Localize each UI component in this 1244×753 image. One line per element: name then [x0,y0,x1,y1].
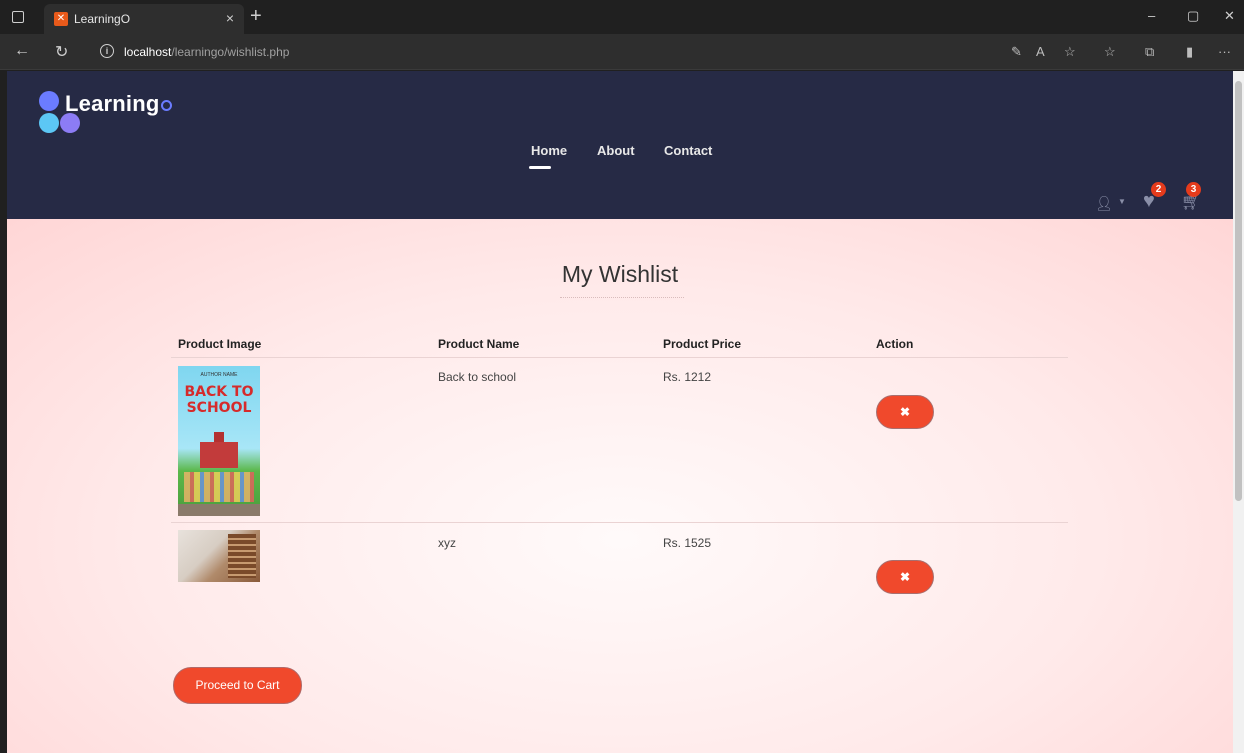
product-name: xyz [438,536,456,550]
cart-count-badge: 3 [1186,182,1201,197]
browser-tab-bar: ✕ LearningO × + – ▢ ✕ [0,0,1244,34]
product-price: Rs. 1212 [663,370,712,384]
title-divider [560,297,684,298]
workspaces-icon[interactable] [12,11,24,23]
pen-icon[interactable]: ✎ [1011,44,1022,60]
scrollbar-thumb[interactable] [1235,81,1242,501]
browser-tab[interactable]: ✕ LearningO × [44,4,244,34]
minimize-icon[interactable]: – [1148,8,1155,23]
nav-active-indicator [529,166,551,169]
user-icon[interactable]: 👤︎ [1095,195,1113,212]
back-icon[interactable]: ← [14,42,30,60]
xampp-favicon-icon: ✕ [54,12,68,26]
logo-dot-icon [39,113,59,133]
header-product-image: Product Image [178,337,262,351]
nav-about[interactable]: About [597,143,635,158]
wishlist-count-badge: 2 [1151,182,1166,197]
browser-address-bar: ← ↻ i localhost/learningo/wishlist.php ✎… [0,34,1244,70]
site-logo[interactable]: Learning [39,89,199,139]
url-text: localhost/learningo/wishlist.php [124,45,290,59]
web-page: Learning Home About Contact 👤︎ ▼ ♥ 2 🛒︎ … [7,71,1233,753]
page-scrollbar[interactable] [1233,71,1244,753]
restore-icon[interactable]: ▢ [1187,8,1199,24]
product-name: Back to school [438,370,517,384]
chevron-down-icon[interactable]: ▼ [1118,197,1126,206]
close-window-icon[interactable]: ✕ [1224,8,1235,24]
logo-dot-icon [39,91,59,111]
header-action: Action [876,337,914,351]
tab-title: LearningO [74,12,131,26]
nav-contact[interactable]: Contact [664,143,712,158]
product-price: Rs. 1525 [663,536,712,550]
header-product-name: Product Name [438,337,520,351]
remove-item-button[interactable]: ✖ [876,395,934,429]
wishlist-section: My Wishlist Product Image Product Name P… [7,219,1233,753]
remove-item-button[interactable]: ✖ [876,560,934,594]
collections-icon[interactable]: ⧉ [1145,44,1154,60]
more-icon[interactable]: ··· [1218,44,1231,59]
extension-icon[interactable]: ▮ [1186,44,1193,60]
table-divider [171,357,1068,358]
product-image-xyz[interactable] [178,530,260,582]
favorites-icon[interactable]: ☆ [1104,44,1116,60]
product-image-back-to-school[interactable]: AUTHOR NAME BACK TO SCHOOL [178,366,260,516]
read-aloud-icon[interactable]: A [1036,44,1045,59]
header-product-price: Product Price [663,337,742,351]
proceed-to-cart-button[interactable]: Proceed to Cart [173,667,302,704]
tab-close-icon[interactable]: × [226,10,234,26]
add-favorite-icon[interactable]: ☆ [1064,44,1076,60]
page-title: My Wishlist [561,261,679,287]
refresh-icon[interactable]: ↻ [55,42,68,62]
nav-home[interactable]: Home [531,143,567,158]
new-tab-icon[interactable]: + [250,5,262,28]
logo-text: Learning [65,91,172,117]
url-field[interactable]: i localhost/learningo/wishlist.php [92,39,992,65]
table-divider [171,522,1068,523]
site-info-icon[interactable]: i [100,44,114,58]
site-header: Learning Home About Contact 👤︎ ▼ ♥ 2 🛒︎ … [7,71,1233,219]
